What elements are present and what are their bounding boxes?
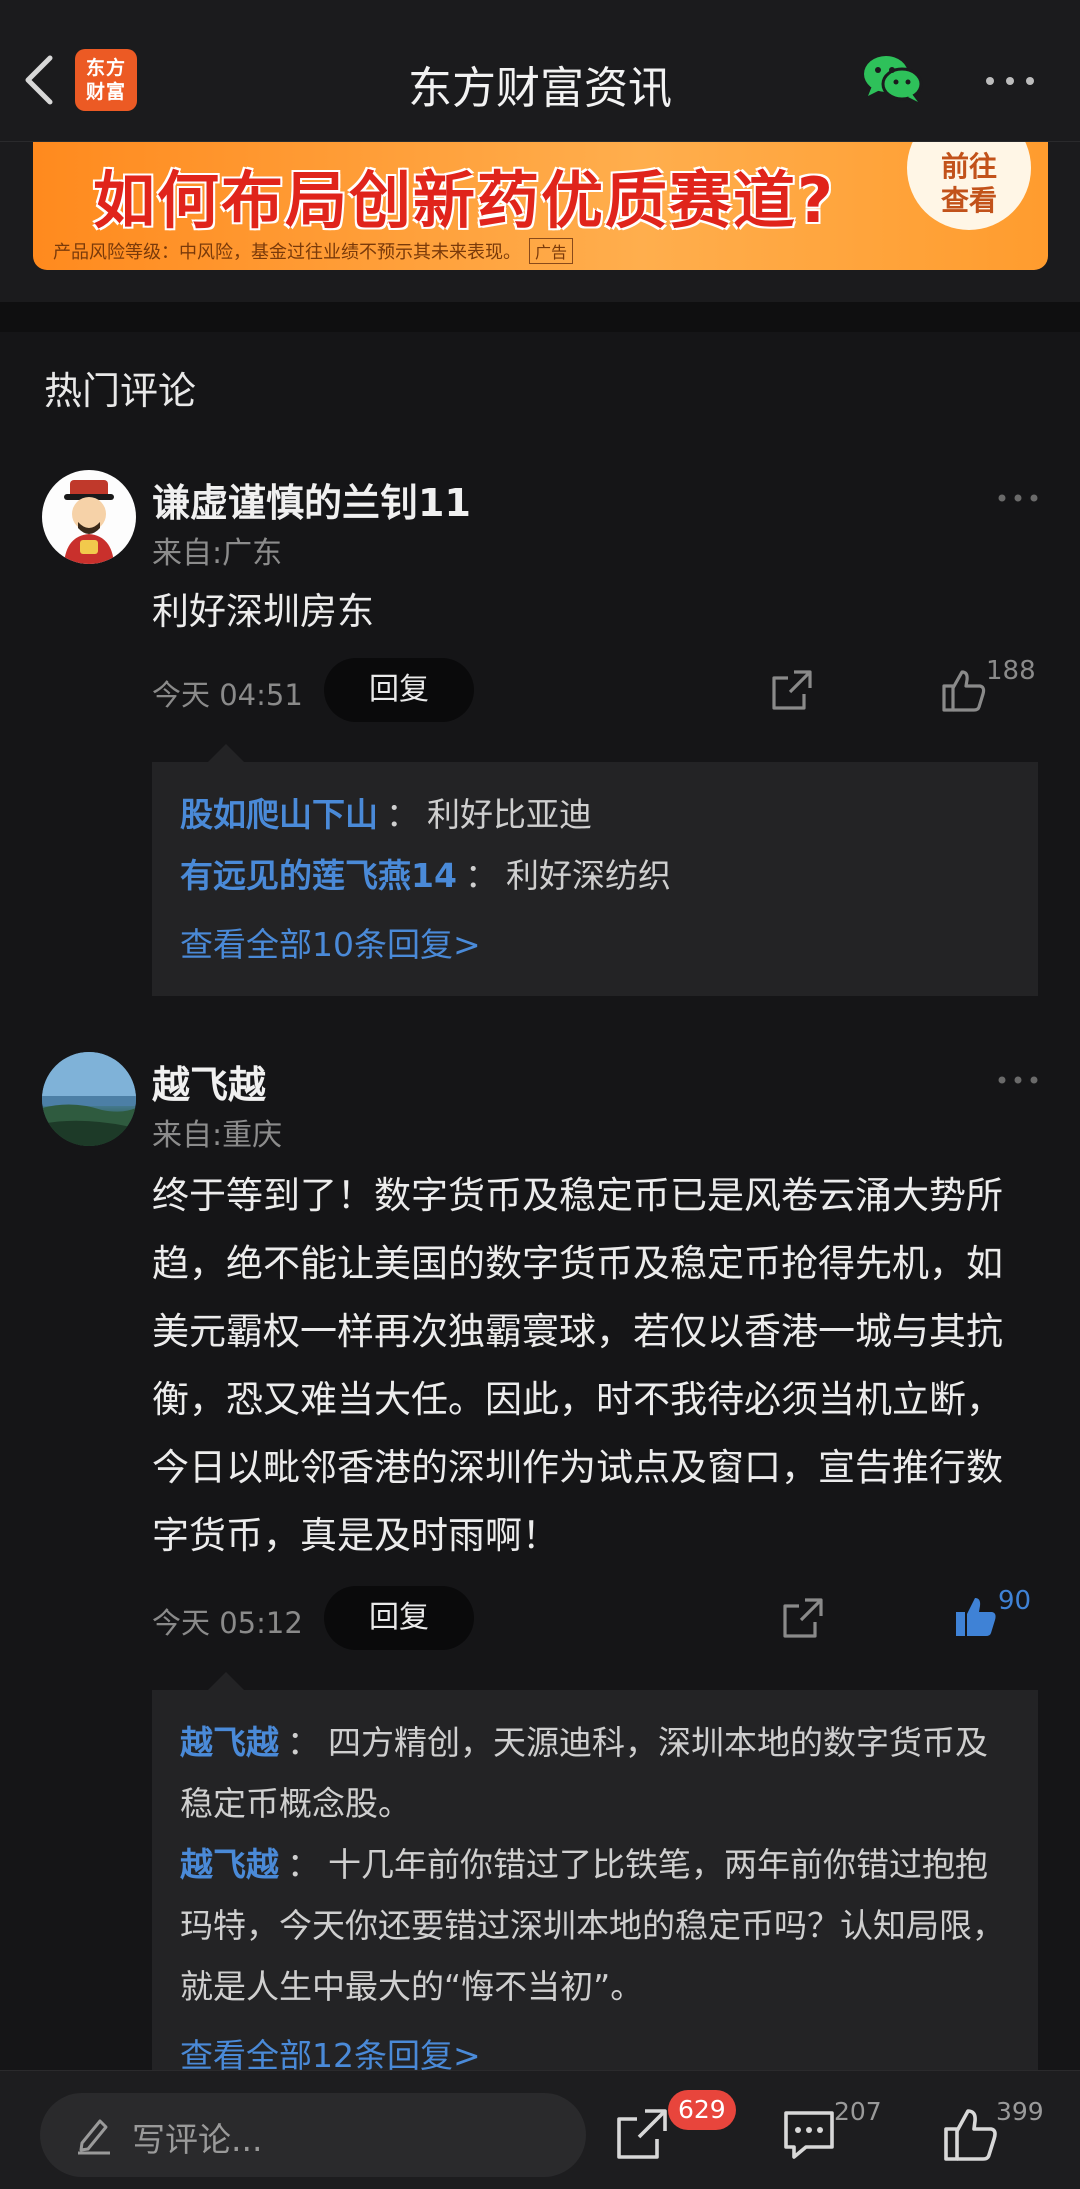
reply-separator: ： <box>464 856 498 895</box>
reply-separator: ： <box>386 795 419 834</box>
view-all-replies-link[interactable]: 查看全部10条回复> <box>180 912 1010 978</box>
avatar[interactable] <box>42 1052 136 1146</box>
reply-separator: ： <box>287 1723 320 1762</box>
reply-text: 利好比亚迪 <box>427 795 592 834</box>
reply-username[interactable]: 越飞越 <box>180 1723 279 1762</box>
top-nav-bar: 东方 财富 东方财富资讯 <box>0 0 1080 142</box>
comment-more-icon[interactable] <box>996 488 1040 508</box>
reply-text: 利好深纺织 <box>505 856 671 895</box>
like-icon-active[interactable] <box>952 1592 1000 1640</box>
comment-text: 利好深圳房东 <box>152 590 374 633</box>
section-title: 热门评论 <box>44 369 197 413</box>
comment-count: 207 <box>834 2097 882 2126</box>
bottom-action-bar: 写评论... 629 207 399 <box>0 2070 1080 2189</box>
avatar[interactable] <box>42 470 136 564</box>
reply-item: 有远见的莲飞燕14：利好深纺织 <box>180 845 1010 906</box>
wechat-share-icon[interactable] <box>862 52 924 106</box>
username[interactable]: 越飞越 <box>152 1054 266 1109</box>
share-icon[interactable] <box>613 2105 671 2163</box>
reply-item: 越飞越：四方精创，天源迪科，深圳本地的数字货币及稳定币概念股。 <box>180 1712 1010 1834</box>
user-location: 来自:重庆 <box>152 1118 283 1153</box>
ad-cta-line2: 查看 <box>940 184 997 217</box>
comment-input-placeholder: 写评论... <box>132 2120 263 2159</box>
section-divider <box>0 302 1080 332</box>
ad-banner[interactable]: 如何布局创新药优质赛道? 前往 查看 产品风险等级：中风险，基金过往业绩不预示其… <box>33 142 1048 270</box>
reply-preview-box: 股如爬山下山：利好比亚迪 有远见的莲飞燕14：利好深纺织 查看全部10条回复> <box>152 744 1038 996</box>
like-count: 188 <box>986 656 1036 686</box>
pencil-icon <box>76 2115 112 2155</box>
reply-username[interactable]: 股如爬山下山 <box>180 795 378 834</box>
comment-more-icon[interactable] <box>996 1070 1040 1090</box>
ad-tag: 广告 <box>529 238 574 264</box>
share-icon[interactable] <box>781 1596 825 1640</box>
comment-icon[interactable] <box>780 2105 838 2163</box>
share-icon[interactable] <box>770 668 814 712</box>
comment-input[interactable]: 写评论... <box>40 2093 586 2177</box>
like-count: 399 <box>996 2097 1044 2126</box>
ad-disclaimer-text: 产品风险等级：中风险，基金过往业绩不预示其未来表现。 <box>53 242 521 263</box>
ad-headline: 如何布局创新药优质赛道? <box>93 164 835 237</box>
reply-separator: ： <box>287 1845 320 1884</box>
share-count-badge: 629 <box>668 2090 736 2130</box>
reply-button[interactable]: 回复 <box>324 658 474 722</box>
ad-section: 如何布局创新药优质赛道? 前往 查看 产品风险等级：中风险，基金过往业绩不预示其… <box>0 142 1080 302</box>
reply-username[interactable]: 越飞越 <box>180 1845 279 1884</box>
like-icon[interactable] <box>942 2105 1000 2163</box>
reply-item: 股如爬山下山：利好比亚迪 <box>180 784 1010 845</box>
more-options-icon[interactable] <box>982 66 1038 96</box>
like-icon[interactable] <box>940 666 988 714</box>
reply-username[interactable]: 有远见的莲飞燕14 <box>180 856 457 895</box>
reply-button[interactable]: 回复 <box>324 1586 474 1650</box>
username[interactable]: 谦虚谨慎的兰钊11 <box>152 472 471 527</box>
reply-preview-box: 越飞越：四方精创，天源迪科，深圳本地的数字货币及稳定币概念股。 越飞越：十几年前… <box>152 1672 1038 2075</box>
comment-time: 今天 04:51 <box>152 678 303 712</box>
ad-disclaimer: 产品风险等级：中风险，基金过往业绩不预示其未来表现。 广告 <box>53 238 574 264</box>
reply-item: 越飞越：十几年前你错过了比铁笔，两年前你错过抱抱玛特，今天你还要错过深圳本地的稳… <box>180 1834 1010 2017</box>
like-count: 90 <box>998 1586 1032 1616</box>
ad-cta-line1: 前往 <box>940 150 997 183</box>
comment-time: 今天 05:12 <box>152 1606 303 1640</box>
ad-cta-button[interactable]: 前往 查看 <box>907 142 1031 230</box>
comment-text: 终于等到了！数字货币及稳定币已是风卷云涌大势所趋，绝不能让美国的数字货币及稳定币… <box>152 1174 1003 1557</box>
user-location: 来自:广东 <box>152 536 283 571</box>
